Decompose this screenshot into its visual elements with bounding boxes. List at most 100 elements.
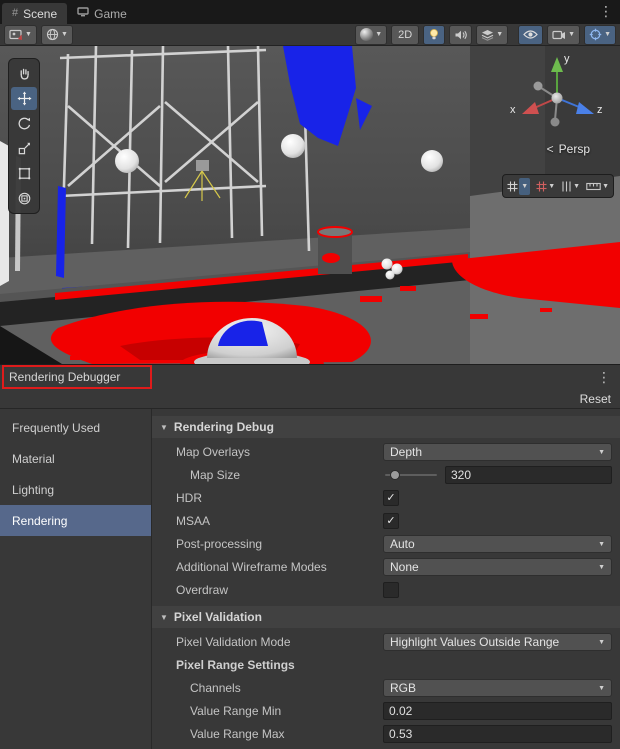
chevron-down-icon: ▼ xyxy=(594,564,605,571)
value-range-max-field[interactable] xyxy=(383,725,612,743)
sidebar-item-lighting[interactable]: Lighting xyxy=(0,474,151,505)
map-size-slider[interactable] xyxy=(383,466,439,484)
scene-visibility-toggle[interactable] xyxy=(518,25,543,45)
section-rendering-debug[interactable]: ▼ Rendering Debug xyxy=(152,416,620,438)
wireframe-modes-label: Additional Wireframe Modes xyxy=(152,560,383,574)
hdr-checkbox[interactable]: ✓ xyxy=(383,490,399,506)
sidebar-item-rendering[interactable]: Rendering xyxy=(0,505,151,536)
camera-settings-dropdown[interactable]: ▼ xyxy=(547,25,580,45)
tab-scene[interactable]: # Scene xyxy=(2,3,67,24)
axis-y-label[interactable]: y xyxy=(564,53,570,65)
draw-mode-icon xyxy=(9,29,23,41)
view-hand-tool-button[interactable] xyxy=(11,62,37,85)
chevron-down-icon: ▼ xyxy=(594,639,605,646)
overlay-snap-dropdown[interactable]: ▼ xyxy=(534,177,557,196)
value-range-min-field[interactable] xyxy=(383,702,612,720)
row-channels: Channels RGB▼ xyxy=(152,677,620,699)
check-icon: ✓ xyxy=(386,493,395,504)
pixel-range-settings-label: Pixel Range Settings xyxy=(152,658,383,672)
post-processing-dropdown[interactable]: Auto▼ xyxy=(383,535,612,553)
sidebar-item-material[interactable]: Material xyxy=(0,443,151,474)
chevron-down-icon: ▼ xyxy=(25,31,32,38)
move-tool-button[interactable] xyxy=(11,87,37,110)
kebab-menu-icon[interactable]: ⋮ xyxy=(599,4,613,18)
tab-game[interactable]: Game xyxy=(67,3,137,24)
row-pixel-range-settings: Pixel Range Settings xyxy=(152,654,620,676)
rendering-debugger-title-bar: Rendering Debugger ⋮ xyxy=(0,364,620,389)
rotate-tool-button[interactable] xyxy=(11,112,37,135)
row-pixel-validation-mode: Pixel Validation Mode Highlight Values O… xyxy=(152,631,620,653)
msaa-checkbox[interactable]: ✓ xyxy=(383,513,399,529)
grid-icon xyxy=(507,181,518,192)
value-range-max-label: Value Range Max xyxy=(152,727,383,741)
chevron-down-icon: ▼ xyxy=(594,685,605,692)
scene-audio-toggle[interactable] xyxy=(449,25,472,45)
check-icon: ✓ xyxy=(386,516,395,527)
scene-lighting-toggle[interactable] xyxy=(423,25,445,45)
wireframe-modes-dropdown[interactable]: None▼ xyxy=(383,558,612,576)
overdraw-checkbox[interactable] xyxy=(383,582,399,598)
transform-tool-button[interactable] xyxy=(11,187,37,210)
debugger-sidebar: Frequently Used Material Lighting Render… xyxy=(0,409,152,749)
overlay-grid-arrow[interactable]: ▼ xyxy=(519,178,530,195)
row-value-range-max: Value Range Max xyxy=(152,723,620,745)
projection-mode[interactable]: < Persp xyxy=(547,142,590,156)
effects-dropdown[interactable]: ▼ xyxy=(476,25,508,45)
tab-game-label: Game xyxy=(94,7,127,21)
row-hdr: HDR ✓ xyxy=(152,487,620,509)
overlay-grid-dropdown[interactable]: ▼ xyxy=(505,177,532,196)
draw-mode-dropdown[interactable]: ▼ xyxy=(4,25,37,45)
tab-scene-label: Scene xyxy=(23,7,57,21)
gizmos-dropdown[interactable]: ▼ xyxy=(584,25,616,45)
orientation-gizmo[interactable]: y x z xyxy=(502,52,606,142)
scene-view-toolbar: ▼ ▼ ▼ 2D ▼ ▼ ▼ xyxy=(0,24,620,46)
row-map-size: Map Size xyxy=(152,464,620,486)
sidebar-item-frequently-used[interactable]: Frequently Used xyxy=(0,412,151,443)
chevron-down-icon: ▼ xyxy=(548,183,555,190)
rect-tool-button[interactable] xyxy=(11,162,37,185)
axis-x-label[interactable]: x xyxy=(510,104,516,116)
shading-sphere-dropdown[interactable]: ▼ xyxy=(355,25,387,45)
transform-icon xyxy=(17,191,32,206)
foldout-arrow-icon[interactable]: ▼ xyxy=(160,423,168,432)
axis-z-label[interactable]: z xyxy=(597,104,603,116)
toggle-2d-button[interactable]: 2D xyxy=(391,25,419,45)
globe-icon xyxy=(46,28,59,41)
section-pixel-validation[interactable]: ▼ Pixel Validation xyxy=(152,606,620,628)
reset-button[interactable]: Reset xyxy=(580,392,611,406)
value-range-min-label: Value Range Min xyxy=(152,704,383,718)
scene-viewport[interactable]: y x z < Persp ▼ ▼ ▼ ▼ xyxy=(0,46,620,364)
section-rendering-debug-title: Rendering Debug xyxy=(174,420,274,434)
chevron-down-icon: ▼ xyxy=(521,183,528,190)
shaded-sphere-icon xyxy=(360,28,373,41)
msaa-label: MSAA xyxy=(152,514,383,528)
channels-label: Channels xyxy=(152,681,383,695)
foldout-arrow-icon[interactable]: ▼ xyxy=(160,613,168,622)
skybox-dropdown[interactable]: ▼ xyxy=(41,25,73,45)
kebab-menu-icon[interactable]: ⋮ xyxy=(597,369,611,386)
slider-handle[interactable] xyxy=(390,470,400,480)
camera-icon xyxy=(552,29,566,40)
map-overlays-dropdown[interactable]: Depth▼ xyxy=(383,443,612,461)
pixel-validation-mode-label: Pixel Validation Mode xyxy=(152,635,383,649)
reset-row: Reset xyxy=(0,389,620,409)
overlay-increment-dropdown[interactable]: ▼ xyxy=(559,177,582,196)
pixel-validation-mode-dropdown[interactable]: Highlight Values Outside Range▼ xyxy=(383,633,612,651)
chevron-down-icon: ▼ xyxy=(496,31,503,38)
persp-angle-icon: < xyxy=(547,142,554,156)
scale-tool-button[interactable] xyxy=(11,137,37,160)
persp-label: Persp xyxy=(559,142,590,156)
overlay-ruler-dropdown[interactable]: ▼ xyxy=(584,177,611,196)
move-icon xyxy=(17,91,32,106)
gizmos-icon xyxy=(589,28,602,41)
rotate-icon xyxy=(17,116,32,131)
chevron-down-icon: ▼ xyxy=(602,183,609,190)
debugger-content: ▼ Rendering Debug Map Overlays Depth▼ Ma… xyxy=(152,409,620,749)
tool-palette-overlay xyxy=(8,58,40,214)
2d-label: 2D xyxy=(396,29,414,41)
map-size-field[interactable] xyxy=(445,466,612,484)
channels-dropdown[interactable]: RGB▼ xyxy=(383,679,612,697)
increment-grid-icon xyxy=(561,181,572,192)
row-overdraw: Overdraw xyxy=(152,579,620,601)
chevron-down-icon: ▼ xyxy=(375,31,382,38)
